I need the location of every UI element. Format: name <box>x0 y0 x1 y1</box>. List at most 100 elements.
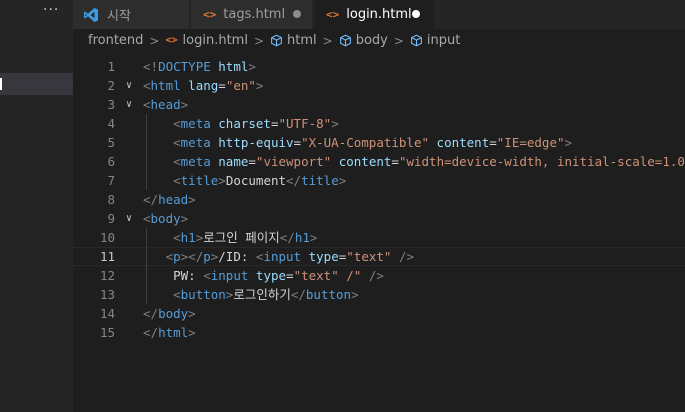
code-token: < <box>165 249 174 264</box>
code-token: input <box>210 268 249 283</box>
breadcrumb-file[interactable]: login.html <box>183 33 248 48</box>
code-text: PW: <input type="text" /" /> <box>143 266 384 285</box>
code-line[interactable]: 10 <h1>로그인 페이지</h1> <box>73 228 685 247</box>
code-token: meta <box>180 154 211 169</box>
chevron-down-icon[interactable]: ∨ <box>122 209 136 228</box>
code-token: < <box>173 135 181 150</box>
code-text: <title>Document</title> <box>143 171 346 190</box>
code-token: charset <box>218 116 271 131</box>
unsaved-dot-icon[interactable] <box>412 10 420 18</box>
code-token: content <box>338 154 392 169</box>
line-number: 7 <box>107 173 115 188</box>
code-token: "viewport" <box>255 154 332 169</box>
explorer-selected-item[interactable] <box>0 73 73 95</box>
code-text: <p></p>/ID: <input type="text" /> <box>143 248 414 265</box>
tab-tags-html[interactable]: <> tags.html <box>191 0 313 29</box>
code-token: < <box>143 97 151 112</box>
breadcrumb-folder[interactable]: frontend <box>88 33 143 48</box>
code-token: < <box>173 287 181 302</box>
line-number: 3 <box>107 97 115 112</box>
code-line[interactable]: 5 <meta http-equiv="X-UA-Compatible" con… <box>73 133 685 152</box>
html-file-icon: <> <box>326 8 340 21</box>
code-line[interactable]: 4 <meta charset="UTF-8"> <box>73 114 685 133</box>
code-token: p <box>203 249 211 264</box>
code-token: /> <box>368 268 384 283</box>
code-token: meta <box>180 116 211 131</box>
editor-tab-bar: 시작 <> tags.html <> login.html <box>73 0 685 29</box>
code-text: <body> <box>143 209 188 228</box>
breadcrumb: frontend > <> login.html > html > body >… <box>73 29 685 52</box>
code-line[interactable]: 7 <title>Document</title> <box>73 171 685 190</box>
code-token: < <box>173 173 181 188</box>
line-number: 2 <box>107 78 115 93</box>
code-editor[interactable]: 1 <!DOCTYPE html> 2 ∨ <html lang="en"> 3 ∨ <hea… <box>73 52 685 412</box>
tab-login-html[interactable]: <> login.html <box>314 0 434 29</box>
symbol-cube-icon <box>411 34 422 47</box>
chevron-right-icon: > <box>393 33 404 48</box>
code-token: /" <box>346 268 362 283</box>
code-line[interactable]: 8 </head> <box>73 190 685 209</box>
chevron-down-icon[interactable]: ∨ <box>122 95 136 114</box>
unsaved-dot-icon[interactable] <box>293 10 301 18</box>
code-token: > <box>188 325 196 340</box>
code-token: = <box>270 116 279 131</box>
code-token: html <box>158 325 189 340</box>
code-text: </head> <box>143 190 196 209</box>
code-token: body <box>150 211 181 226</box>
line-number: 4 <box>107 116 115 131</box>
breadcrumb-symbol-html[interactable]: html <box>287 33 317 48</box>
code-token: < <box>173 230 181 245</box>
explorer-sidebar: ··· <box>0 0 73 412</box>
tab-welcome[interactable]: 시작 <box>73 0 190 29</box>
code-token: > <box>180 97 189 112</box>
code-line[interactable]: 6 <meta name="viewport" content="width=d… <box>73 152 685 171</box>
chevron-right-icon: > <box>322 33 333 48</box>
code-line[interactable]: 1 <!DOCTYPE html> <box>73 57 685 76</box>
line-number: 1 <box>107 59 115 74</box>
code-token: > <box>180 211 189 226</box>
code-token: </ <box>286 173 302 188</box>
code-token: lang <box>188 78 219 93</box>
chevron-down-icon[interactable]: ∨ <box>122 76 136 95</box>
code-line[interactable]: 9 ∨ <body> <box>73 209 685 228</box>
code-line[interactable]: 2 ∨ <html lang="en"> <box>73 76 685 95</box>
code-token: button <box>305 287 352 302</box>
more-actions-icon[interactable]: ··· <box>43 2 59 18</box>
tab-label: login.html <box>346 7 412 22</box>
code-token: > <box>248 59 256 74</box>
code-token: h1 <box>294 230 310 245</box>
code-token: </ <box>143 306 159 321</box>
code-token: meta <box>180 135 211 150</box>
code-token: html <box>218 59 249 74</box>
line-number: 14 <box>99 306 115 321</box>
code-token: "text" <box>346 249 392 264</box>
code-line[interactable]: 13 <button>로그인하기</button> <box>73 285 685 304</box>
breadcrumb-symbol-body[interactable]: body <box>356 33 388 48</box>
code-token: title <box>301 173 339 188</box>
code-token: /ID: <box>218 249 256 264</box>
code-token: <! <box>143 59 159 74</box>
code-line[interactable]: 12 PW: <input type="text" /" /> <box>73 266 685 285</box>
code-text: <button>로그인하기</button> <box>143 285 358 304</box>
code-token: < <box>203 268 211 283</box>
code-line[interactable]: 14 </body> <box>73 304 685 323</box>
line-number: 6 <box>107 154 115 169</box>
code-line[interactable]: 3 ∨ <head> <box>73 95 685 114</box>
code-token: body <box>158 306 189 321</box>
code-token: = <box>391 154 399 169</box>
code-token: 로그인하기 <box>233 287 291 302</box>
code-token: Document <box>225 173 287 188</box>
code-line[interactable]: 11 <p></p>/ID: <input type="text" /> <box>73 247 685 267</box>
code-token: > <box>188 192 196 207</box>
code-token: 로그인 페이지 <box>203 230 280 245</box>
vscode-logo-icon <box>84 7 98 22</box>
line-number: 5 <box>107 135 115 150</box>
code-line[interactable]: 15 </html> <box>73 323 685 342</box>
chevron-right-icon: > <box>149 33 160 48</box>
breadcrumb-symbol-input[interactable]: input <box>427 33 460 48</box>
